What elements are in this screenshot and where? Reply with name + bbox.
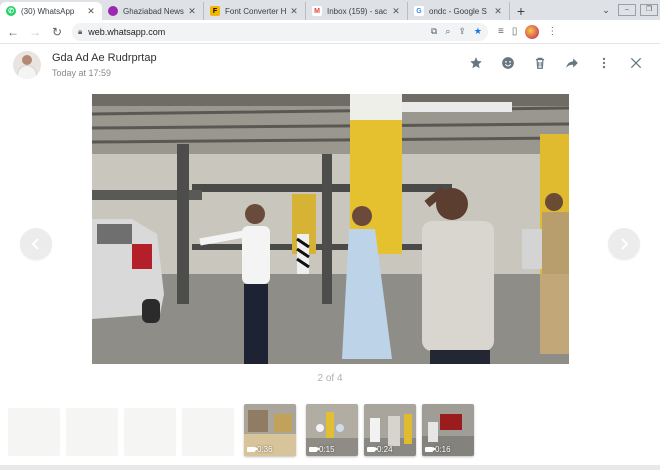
news-icon bbox=[108, 6, 118, 16]
video-duration: 0:15 bbox=[309, 445, 335, 454]
close-tab-icon[interactable]: ✕ bbox=[493, 6, 503, 17]
faded-thumbnail[interactable] bbox=[8, 408, 60, 456]
tab-search-icon[interactable]: ⌄ bbox=[596, 5, 616, 16]
back-icon[interactable]: ← bbox=[4, 23, 22, 41]
tab-title: ondc - Google S bbox=[429, 6, 487, 16]
thumbnail-strip: 0:36 0:15 0:24 0:16 bbox=[0, 402, 660, 460]
video-camera-icon bbox=[247, 447, 258, 452]
avatar[interactable] bbox=[13, 51, 41, 79]
video-thumbnail[interactable]: 0:24 bbox=[364, 404, 416, 456]
close-tab-icon[interactable]: ✕ bbox=[391, 6, 401, 17]
star-message-icon[interactable] bbox=[468, 55, 484, 71]
tab-gmail-inbox[interactable]: M Inbox (159) - sac ✕ bbox=[306, 2, 408, 20]
lock-icon[interactable]: 🔒︎ bbox=[78, 27, 82, 37]
forward-icon[interactable] bbox=[564, 55, 580, 71]
react-emoji-icon[interactable] bbox=[500, 55, 516, 71]
zoom-icon[interactable]: ⌕ bbox=[445, 26, 450, 37]
tab-title: Font Converter H bbox=[225, 6, 286, 16]
faded-thumbnail[interactable] bbox=[182, 408, 234, 456]
browser-tab-strip: ✆ (30) WhatsApp ✕ Ghaziabad News ✕ F Fon… bbox=[0, 0, 660, 20]
new-tab-button[interactable]: + bbox=[510, 2, 532, 20]
more-options-icon[interactable] bbox=[596, 55, 612, 71]
video-duration: 0:16 bbox=[425, 445, 451, 454]
chevron-left-icon bbox=[31, 238, 39, 250]
tab-title: (30) WhatsApp bbox=[21, 6, 75, 16]
chevron-right-icon bbox=[621, 238, 629, 250]
forward-icon[interactable]: → bbox=[26, 23, 44, 41]
restore-button[interactable]: ❐ bbox=[640, 4, 658, 16]
close-tab-icon[interactable]: ✕ bbox=[86, 6, 96, 17]
faded-thumbnail[interactable] bbox=[124, 408, 176, 456]
video-camera-icon bbox=[309, 447, 320, 452]
video-camera-icon bbox=[425, 447, 436, 452]
window-controls: ⌄ – ❐ bbox=[596, 0, 660, 20]
tab-title: Inbox (159) - sac bbox=[327, 6, 388, 16]
previous-media-button[interactable] bbox=[20, 228, 52, 260]
tab-ghaziabad-news[interactable]: Ghaziabad News ✕ bbox=[102, 2, 204, 20]
message-timestamp: Today at 17:59 bbox=[52, 68, 112, 78]
video-camera-icon bbox=[367, 447, 378, 452]
viewer-header: Gda Ad Ae Rudrprtap Today at 17:59 bbox=[0, 45, 660, 89]
video-thumbnail[interactable]: 0:36 bbox=[244, 404, 296, 456]
video-duration: 0:36 bbox=[247, 445, 273, 454]
page-bottom-edge bbox=[0, 465, 660, 470]
close-tab-icon[interactable]: ✕ bbox=[187, 6, 197, 17]
video-duration: 0:24 bbox=[367, 445, 393, 454]
video-thumbnail[interactable]: 0:15 bbox=[306, 404, 358, 456]
video-thumbnail[interactable]: 0:16 bbox=[422, 404, 474, 456]
share-icon[interactable]: ⇪ bbox=[458, 26, 466, 37]
faded-thumbnail[interactable] bbox=[66, 408, 118, 456]
close-icon[interactable] bbox=[628, 55, 644, 71]
media-image[interactable] bbox=[92, 94, 569, 364]
reload-icon[interactable]: ↻ bbox=[48, 23, 66, 41]
delete-icon[interactable] bbox=[532, 55, 548, 71]
next-media-button[interactable] bbox=[608, 228, 640, 260]
media-viewer: Gda Ad Ae Rudrprtap Today at 17:59 2 of … bbox=[0, 45, 660, 470]
profile-avatar[interactable] bbox=[525, 24, 540, 39]
url-text: web.whatsapp.com bbox=[88, 26, 166, 37]
google-icon: G bbox=[414, 6, 424, 16]
tab-font-converter[interactable]: F Font Converter H ✕ bbox=[204, 2, 306, 20]
bookmark-star-icon[interactable]: ★ bbox=[474, 26, 482, 37]
reading-list-icon[interactable]: ≡ bbox=[498, 26, 504, 37]
tab-title: Ghaziabad News bbox=[123, 6, 184, 16]
sender-name: Gda Ad Ae Rudrprtap bbox=[52, 52, 157, 64]
gmail-icon: M bbox=[312, 6, 322, 16]
install-app-icon[interactable]: ⧉ bbox=[431, 26, 437, 37]
address-bar[interactable]: 🔒︎ web.whatsapp.com ⧉ ⌕ ⇪ ★ bbox=[72, 22, 488, 41]
browser-menu-icon[interactable]: ⋮ bbox=[547, 26, 557, 37]
font-converter-icon: F bbox=[210, 6, 220, 16]
browser-toolbar: ← → ↻ 🔒︎ web.whatsapp.com ⧉ ⌕ ⇪ ★ ≡ ▯ ⋮ bbox=[0, 20, 660, 44]
side-panel-icon[interactable]: ▯ bbox=[512, 26, 518, 37]
tab-whatsapp[interactable]: ✆ (30) WhatsApp ✕ bbox=[0, 2, 102, 20]
tab-google-search[interactable]: G ondc - Google S ✕ bbox=[408, 2, 510, 20]
whatsapp-icon: ✆ bbox=[6, 6, 16, 16]
minimize-button[interactable]: – bbox=[618, 4, 636, 16]
media-counter: 2 of 4 bbox=[317, 373, 343, 384]
close-tab-icon[interactable]: ✕ bbox=[289, 6, 299, 17]
